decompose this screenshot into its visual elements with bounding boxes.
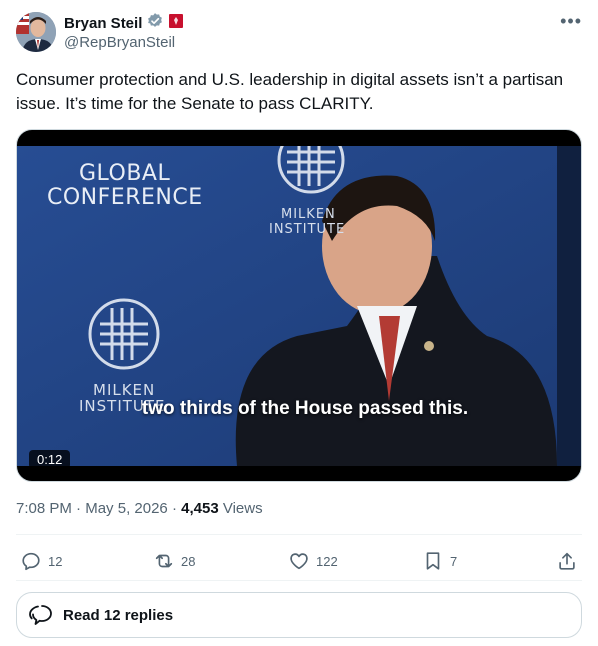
- backdrop-banner: GLOBAL CONFERENCE: [47, 162, 203, 210]
- divider-bottom: [16, 580, 582, 581]
- avatar[interactable]: [16, 12, 56, 52]
- video-subtitle: two thirds of the House passed this.: [17, 398, 581, 420]
- subtitle-text: two thirds of the House passed this.: [141, 398, 469, 419]
- affiliation-flag-icon[interactable]: [168, 13, 184, 34]
- banner-line-1: GLOBAL: [79, 161, 171, 186]
- repost-icon: [155, 554, 173, 568]
- repost-count: 28: [181, 553, 196, 569]
- author-handle[interactable]: @RepBryanSteil: [64, 34, 184, 51]
- action-bar: 12 28 122 7: [16, 546, 582, 576]
- share-icon: [559, 552, 575, 570]
- meta-separator: ·: [76, 500, 86, 517]
- bookmark-icon: [426, 552, 440, 570]
- author-block: Bryan Steil @RepBryanSteil: [64, 12, 184, 51]
- meta-separator: ·: [171, 500, 182, 517]
- logo-top-line-1: MILKEN: [281, 207, 336, 222]
- like-button[interactable]: 122: [288, 550, 338, 572]
- views-count: 4,453: [181, 500, 219, 517]
- reply-button[interactable]: 12: [20, 550, 62, 572]
- bookmark-button[interactable]: 7: [422, 550, 457, 572]
- share-button[interactable]: [556, 550, 578, 572]
- heart-icon: [290, 553, 308, 570]
- tweet-text: Consumer protection and U.S. leadership …: [16, 70, 564, 113]
- verified-badge-icon[interactable]: [146, 12, 164, 35]
- divider-top: [16, 534, 582, 535]
- like-count: 122: [316, 553, 338, 569]
- banner-line-2: CONFERENCE: [47, 185, 203, 210]
- views-label: Views: [222, 500, 263, 517]
- reply-icon: [22, 552, 40, 571]
- read-replies-button[interactable]: Read 12 replies: [16, 592, 582, 638]
- video-player[interactable]: GLOBAL CONFERENCE MILKEN INSTITUTE MILKE…: [16, 129, 582, 482]
- repost-button[interactable]: 28: [153, 550, 195, 572]
- bookmark-count: 7: [450, 553, 458, 569]
- backdrop-logo-text-top: MILKEN INSTITUTE: [269, 207, 345, 237]
- tweet-meta: 7:08 PM · May 5, 2026 · 4,453 Views: [16, 500, 263, 517]
- author-name[interactable]: Bryan Steil: [64, 15, 142, 32]
- more-options-icon[interactable]: •••: [560, 12, 582, 30]
- logo-top-line-2: INSTITUTE: [269, 222, 346, 237]
- replies-bubble-icon: [29, 605, 52, 625]
- tweet-time[interactable]: 7:08 PM: [16, 500, 72, 517]
- tweet-date[interactable]: May 5, 2026: [85, 500, 168, 517]
- reply-count: 12: [48, 553, 63, 569]
- video-duration: 0:12: [29, 450, 71, 469]
- tweet-header: Bryan Steil @RepBryanSteil •••: [16, 12, 582, 56]
- read-replies-label: Read 12 replies: [63, 606, 174, 624]
- logo-bottom-line-1: MILKEN: [93, 381, 156, 399]
